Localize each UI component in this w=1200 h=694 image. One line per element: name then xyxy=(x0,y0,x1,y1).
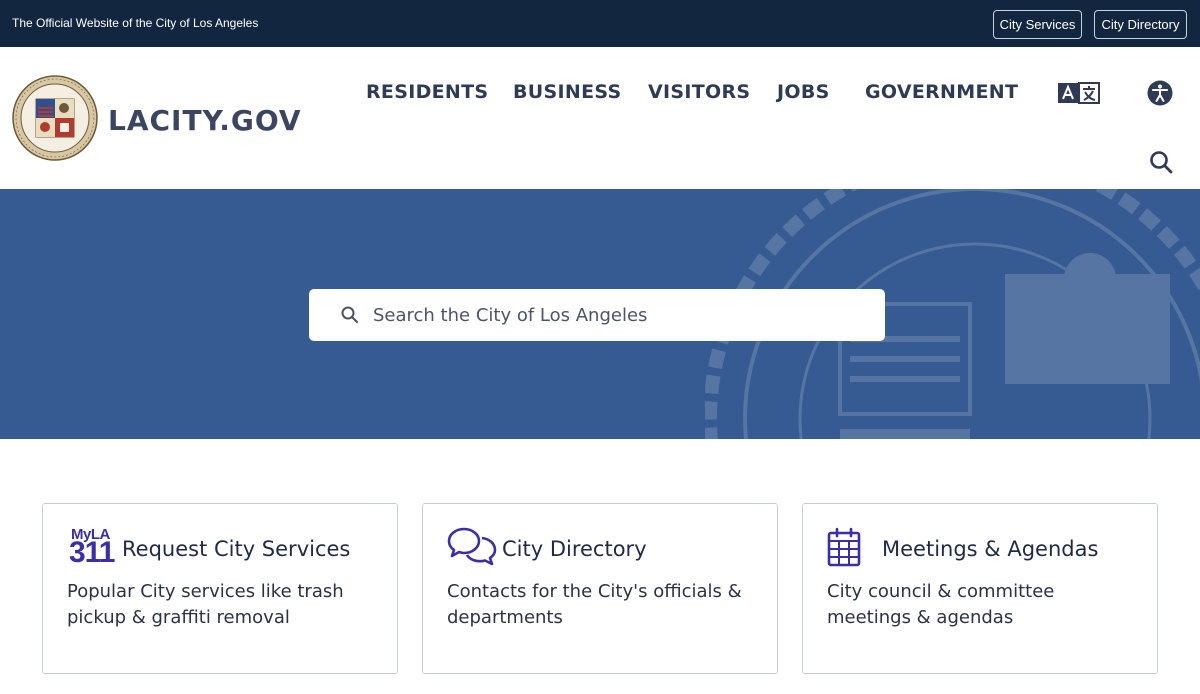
card-description: City council & committee meetings & agen… xyxy=(827,581,1055,628)
chat-bubbles-icon xyxy=(447,527,497,566)
nav-jobs[interactable]: JOBS xyxy=(777,81,830,103)
translate-icon[interactable] xyxy=(1058,82,1101,104)
utility-bar: The Official Website of the City of Los … xyxy=(0,0,1200,47)
nav-residents[interactable]: RESIDENTS xyxy=(366,81,488,103)
city-services-button[interactable]: City Services xyxy=(993,10,1082,39)
card-title: Meetings & Agendas xyxy=(882,537,1099,561)
card-title: City Directory xyxy=(502,537,647,561)
card-title: Request City Services xyxy=(122,537,351,561)
site-search-box xyxy=(309,289,885,341)
request-city-services-card[interactable]: MyLA 311 Request City Services Popular C… xyxy=(42,503,398,674)
myla-logo-number: 311 xyxy=(69,536,115,569)
city-directory-button[interactable]: City Directory xyxy=(1094,10,1187,39)
accessibility-icon[interactable] xyxy=(1147,80,1173,106)
city-directory-card[interactable]: City Directory Contacts for the City's o… xyxy=(422,503,778,674)
official-website-text: The Official Website of the City of Los … xyxy=(12,16,259,30)
nav-visitors[interactable]: VISITORS xyxy=(648,81,750,103)
card-description: Popular City services like trash pickup … xyxy=(67,581,344,628)
search-input[interactable] xyxy=(373,297,863,333)
meetings-agendas-card[interactable]: Meetings & Agendas City council & commit… xyxy=(802,503,1158,674)
search-icon[interactable] xyxy=(1149,150,1173,174)
calendar-icon xyxy=(827,527,861,567)
myla311-logo: MyLA 311 xyxy=(69,526,115,570)
site-name[interactable]: LACITY.GOV xyxy=(108,104,302,137)
nav-government[interactable]: GOVERNMENT xyxy=(865,81,1018,103)
nav-business[interactable]: BUSINESS xyxy=(513,81,621,103)
city-seal-logo xyxy=(12,75,98,161)
search-icon xyxy=(341,306,359,324)
hero-banner xyxy=(0,189,1200,439)
site-header: LACITY.GOV RESIDENTS BUSINESS VISITORS J… xyxy=(0,47,1200,189)
card-description: Contacts for the City's officials & depa… xyxy=(447,581,742,628)
